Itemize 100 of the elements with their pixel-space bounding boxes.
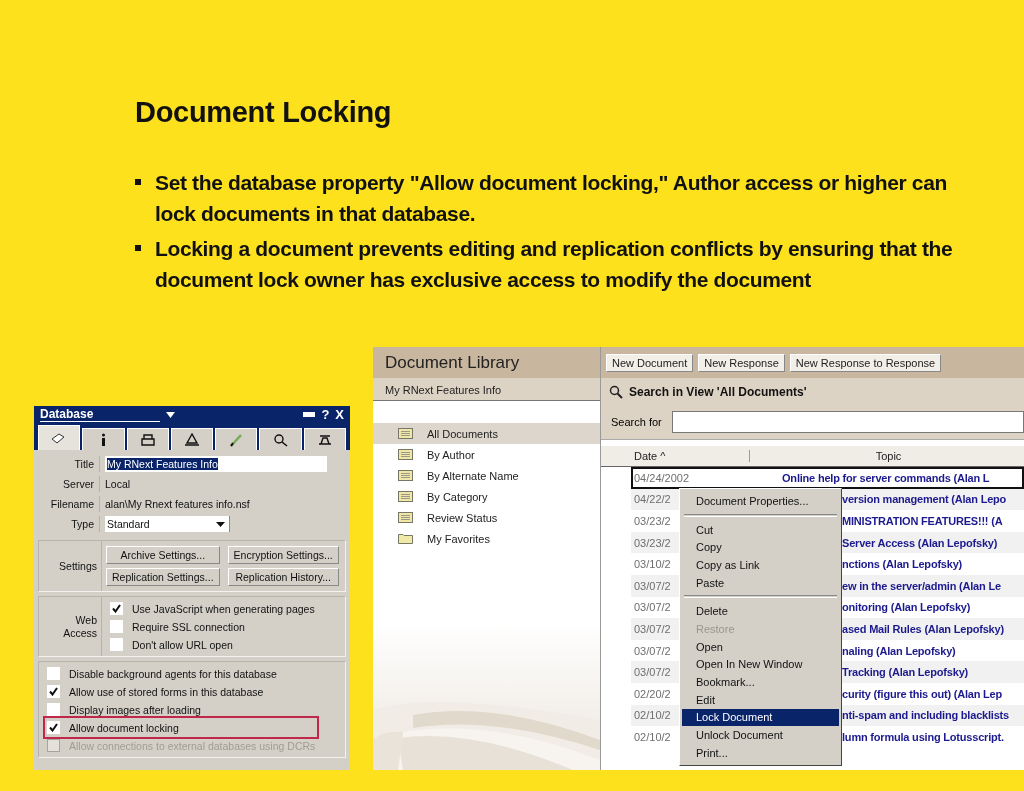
close-button[interactable]: X: [335, 407, 344, 422]
topic-cell: onitoring (Alan Lepofsky): [842, 601, 971, 614]
field-label: Title: [38, 456, 100, 472]
checkbox-label: Allow document locking: [69, 721, 179, 734]
view-icon: [398, 470, 413, 481]
checkbox-label: Display images after loading: [69, 703, 201, 716]
view-item[interactable]: All Documents: [373, 423, 600, 444]
menu-item[interactable]: Print...: [682, 743, 839, 762]
topic-cell: nti-spam and including blacklists: [842, 709, 1009, 722]
checkbox-label: Require SSL connection: [132, 620, 245, 633]
bullet-icon: [135, 245, 141, 251]
database-name: My RNext Features Info: [373, 378, 600, 401]
topic-cell: Tracking (Alan Lepofsky): [842, 666, 968, 679]
field-value: alan\My Rnext features info.nsf: [104, 497, 251, 512]
toolbar-button[interactable]: New Response to Response: [789, 353, 942, 372]
menu-item[interactable]: Cut: [682, 520, 839, 539]
topic-cell: lumn formula using Lotusscript.: [842, 730, 1004, 743]
panel-tab[interactable]: [259, 428, 302, 450]
menu-item[interactable]: Copy as Link: [682, 556, 839, 574]
date-cell: 04/24/2002: [634, 471, 690, 484]
settings-button[interactable]: Encryption Settings...: [227, 546, 339, 564]
menu-item[interactable]: Copy: [682, 538, 839, 557]
menu-item[interactable]: Open: [682, 637, 839, 656]
search-field[interactable]: [671, 411, 1024, 433]
date-cell: 03/07/2: [634, 666, 671, 679]
panel-tab[interactable]: [303, 428, 346, 450]
checkbox-label: Use JavaScript when generating pages: [132, 602, 315, 615]
printer-icon: [139, 432, 156, 447]
menu-item[interactable]: Document Properties...: [682, 492, 839, 510]
menu-item[interactable]: Open In New Window: [682, 655, 839, 674]
view-item[interactable]: By Category: [373, 486, 600, 507]
topic-cell: Server Access (Alan Lepofsky): [842, 536, 998, 549]
settings-button[interactable]: Replication History...: [227, 568, 339, 586]
date-cell: 04/22/2: [634, 493, 671, 506]
menu-item[interactable]: Edit: [682, 690, 839, 709]
date-cell: 03/23/2: [634, 515, 671, 527]
settings-button[interactable]: Replication Settings...: [106, 568, 220, 586]
view-item[interactable]: My Favorites: [373, 528, 600, 549]
panel-tab[interactable]: [126, 428, 169, 450]
panel-title: Database: [40, 407, 160, 422]
menu-item[interactable]: Paste: [682, 573, 839, 592]
view-item[interactable]: Review Status: [373, 507, 600, 528]
date-cell: 03/23/2: [634, 536, 671, 549]
search-title: Search in View 'All Documents': [629, 384, 807, 399]
panel-tab[interactable]: [215, 428, 258, 450]
date-cell: 02/20/2: [634, 687, 671, 700]
date-cell: 03/07/2: [634, 601, 671, 614]
field-label: Server: [38, 476, 100, 492]
pin-icon[interactable]: [303, 412, 316, 417]
search-label: Search for: [611, 416, 662, 428]
bullet-text: Set the database property "Allow document locking," Author access or higher can lock documents in that database.: [155, 170, 948, 227]
topic-cell: MINISTRATION FEATURES!!! (A: [842, 515, 1003, 527]
view-icon: [398, 512, 413, 523]
search-icon: [609, 384, 623, 399]
view-icon: [398, 428, 413, 439]
view-item[interactable]: By Alternate Name: [373, 465, 600, 486]
date-cell: 03/07/2: [634, 622, 671, 635]
panel-tab[interactable]: [82, 428, 125, 450]
toolbar-button[interactable]: New Document: [606, 353, 694, 372]
library-title: Document Library: [373, 347, 600, 378]
topic-cell: nctions (Alan Lepofsky): [842, 558, 963, 571]
toolbar-button[interactable]: New Response: [698, 353, 785, 372]
date-cell: 03/07/2: [634, 644, 671, 657]
date-cell: 03/07/2: [634, 579, 671, 592]
title-field[interactable]: My RNext Features Info: [105, 456, 327, 472]
type-select[interactable]: Standard: [105, 516, 230, 532]
settings-button[interactable]: Archive Settings...: [106, 546, 220, 564]
check-icon: [112, 604, 121, 613]
topic-cell: naling (Alan Lepofsky): [842, 644, 956, 657]
view-icon: [398, 491, 413, 502]
topic-cell: version management (Alan Lepo: [842, 493, 1007, 506]
search-icon: [272, 432, 289, 447]
checkbox-label: Disable background agents for this database: [69, 667, 277, 680]
help-button[interactable]: ?: [321, 407, 330, 422]
section-label: Settings: [59, 559, 97, 573]
topic-cell: curity (figure this out) (Alan Lep: [842, 687, 1003, 700]
date-cell: 02/10/2: [634, 709, 671, 722]
menu-item[interactable]: Delete: [682, 602, 839, 621]
caret-icon: [216, 521, 225, 527]
menu-item[interactable]: Unlock Document: [682, 726, 839, 744]
view-icon: [398, 449, 413, 460]
topic-cell: Online help for server commands (Alan L: [782, 471, 990, 484]
menu-item[interactable]: Bookmark...: [682, 673, 839, 691]
field-value: Local: [104, 477, 132, 492]
view-item[interactable]: By Author: [373, 444, 600, 465]
brush-icon: [228, 432, 245, 447]
check-icon: [49, 723, 58, 732]
topic-cell: ased Mail Rules (Alan Lepofsky): [842, 622, 1004, 635]
panel-tab[interactable]: [38, 425, 81, 450]
checkbox-label: Don't allow URL open: [132, 638, 233, 651]
section-label: Web Access: [62, 613, 97, 640]
field-label: Filename: [38, 496, 100, 512]
column-header: Date ^ Topic: [601, 446, 1024, 467]
dropdown-icon[interactable]: [166, 411, 175, 418]
check-icon: [49, 687, 58, 696]
bullet-text: Locking a document prevents editing and replication conflicts by ensuring that the document lock owner has exclusive access to modify the document: [155, 236, 954, 293]
panel-tab[interactable]: [170, 428, 214, 450]
topic-cell: ew in the server/admin (Alan Le: [842, 579, 1001, 592]
date-cell: 02/10/2: [634, 730, 671, 743]
menu-item[interactable]: Lock Document: [682, 708, 839, 727]
